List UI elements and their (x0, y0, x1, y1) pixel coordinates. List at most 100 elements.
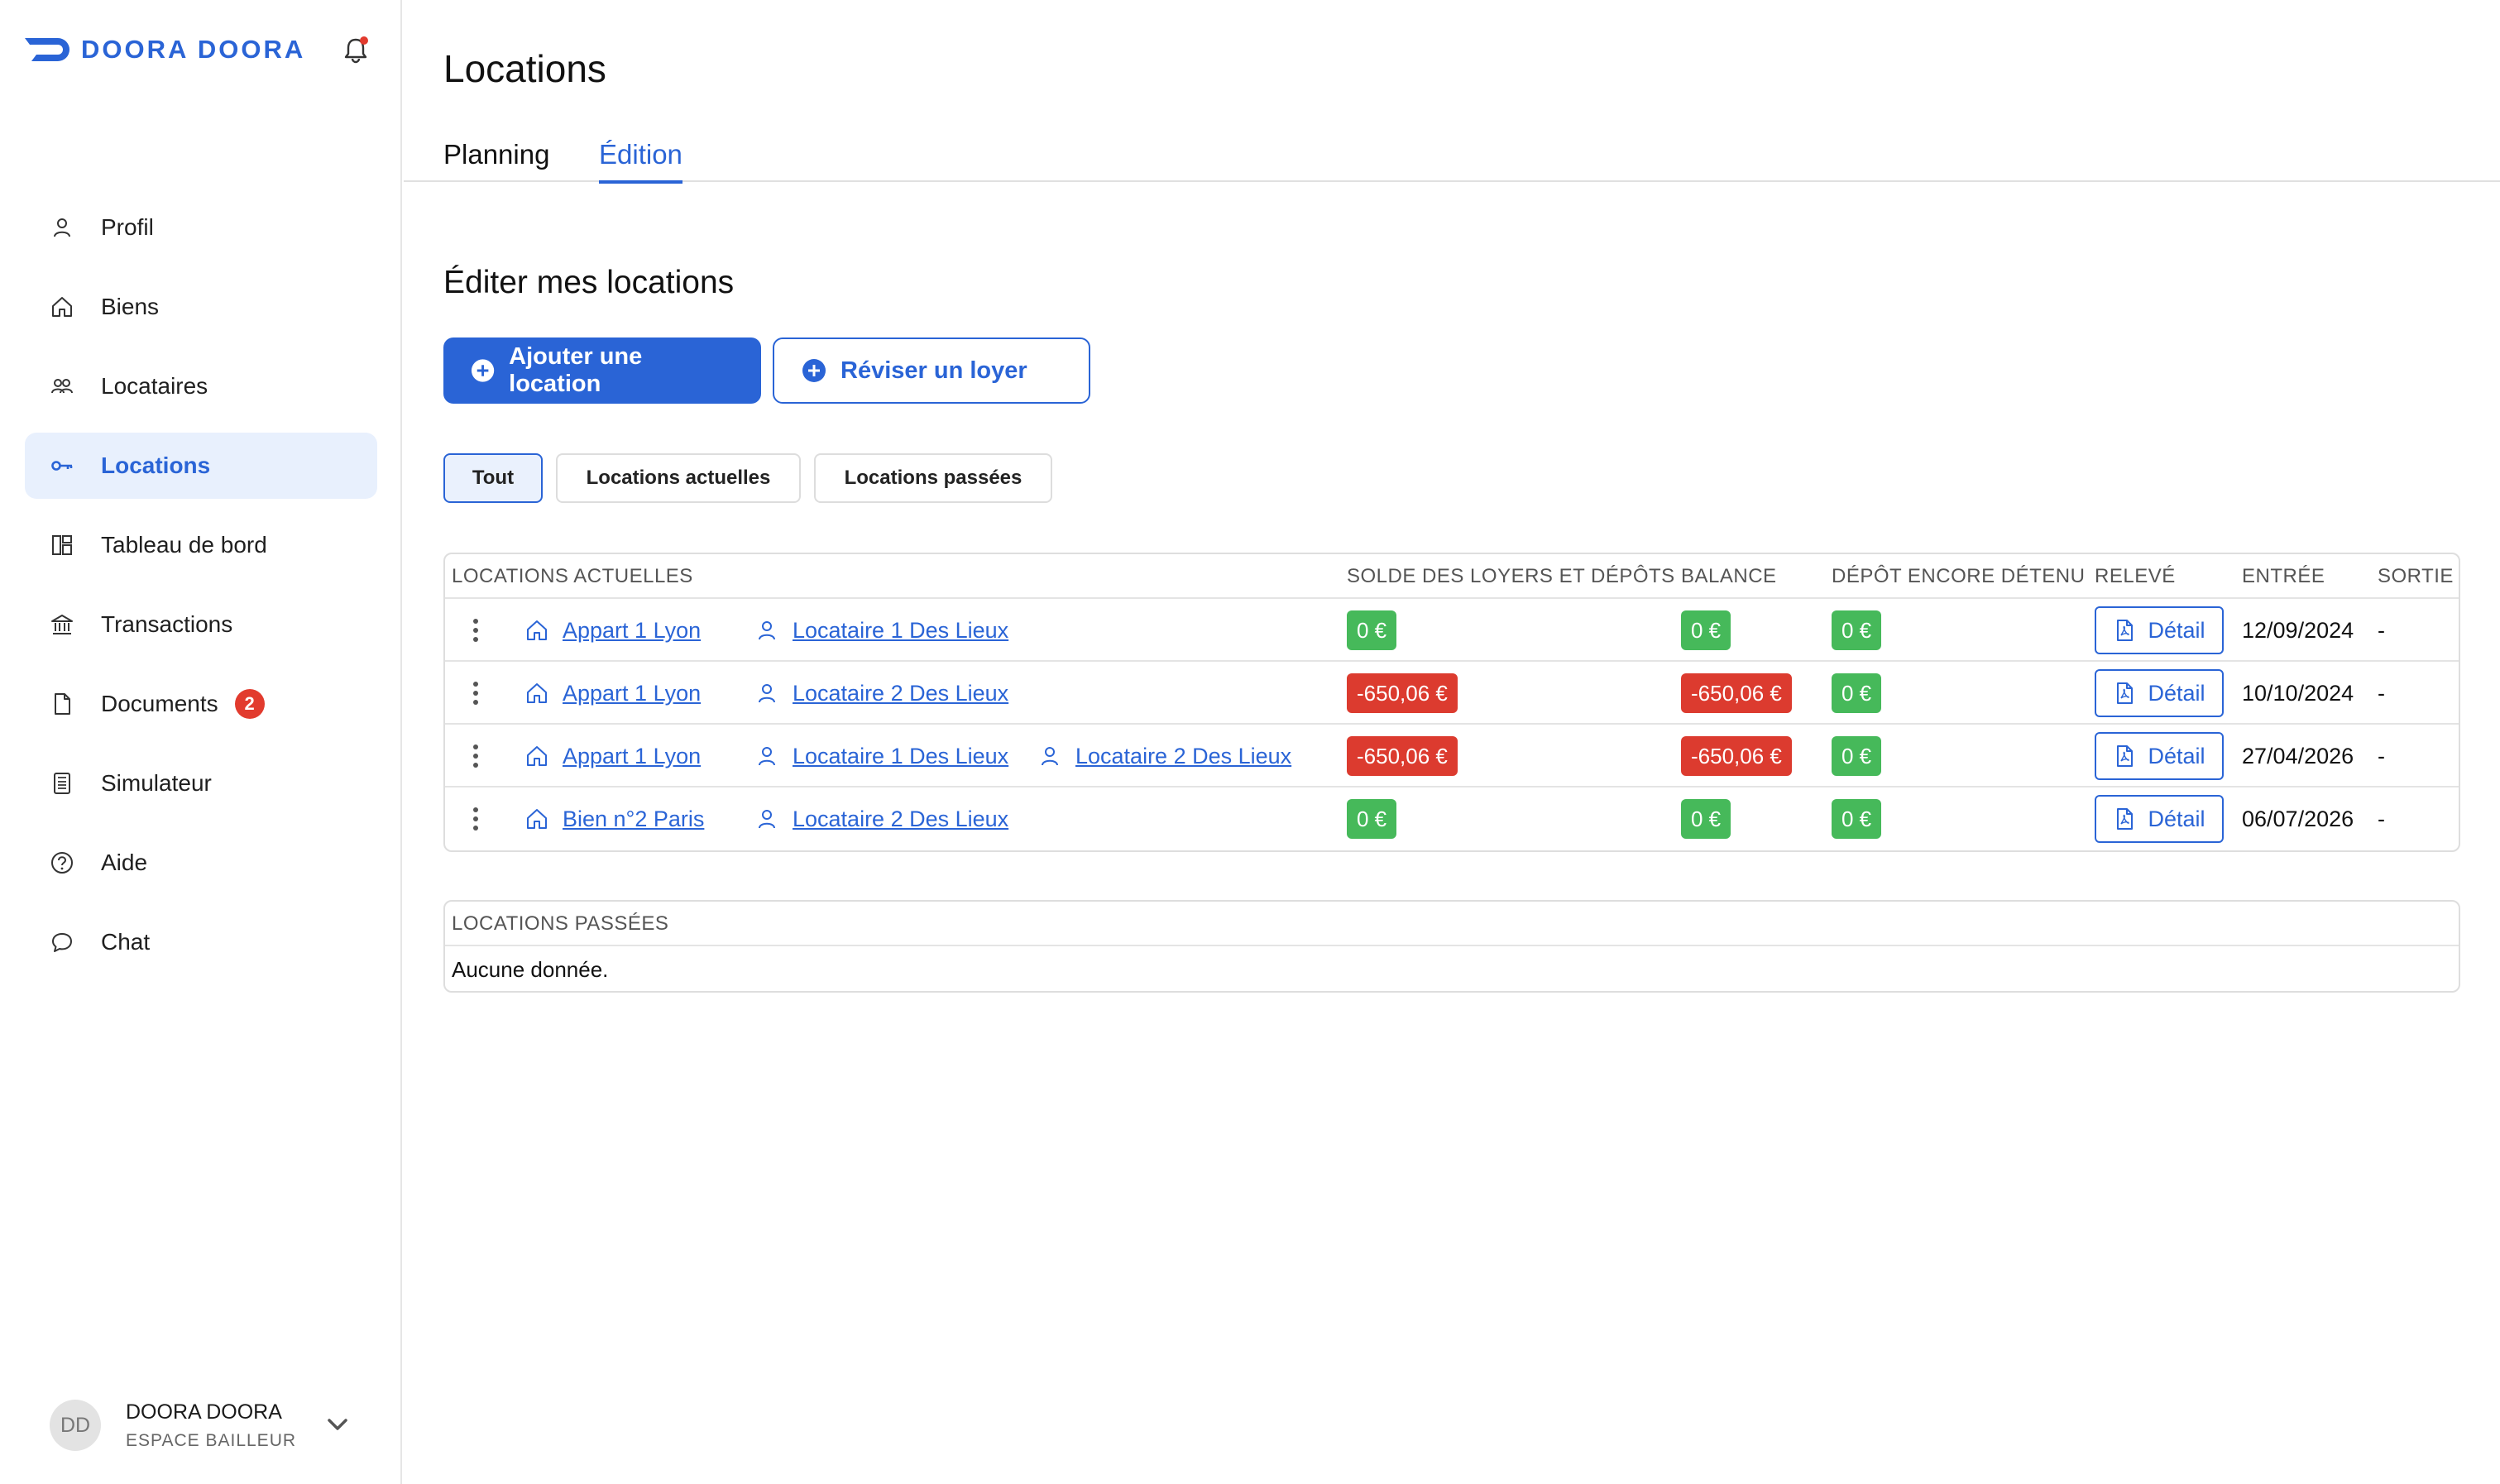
col-header-solde: SOLDE DES LOYERS ET DÉPÔTS (1347, 565, 1675, 587)
table-row: Appart 1 Lyon Locataire 1 Des Lieux 0 € … (445, 599, 2459, 662)
exit-date: - (2378, 743, 2385, 768)
page-title: Locations (443, 47, 606, 90)
detail-label: Détail (2148, 617, 2205, 643)
filter-tout[interactable]: Tout (443, 453, 543, 503)
balance-badge: 0 € (1681, 610, 1731, 650)
table-header: LOCATIONS ACTUELLES SOLDE DES LOYERS ET … (445, 554, 2459, 599)
table-header: LOCATIONS PASSÉES (445, 902, 2459, 946)
user-icon (1042, 747, 1058, 766)
property-link[interactable]: Bien n°2 Paris (563, 807, 704, 832)
avatar: DD (50, 1400, 101, 1451)
kebab-menu-icon (472, 682, 480, 705)
detail-label: Détail (2148, 806, 2205, 831)
home-icon (527, 809, 547, 829)
kebab-menu-icon (472, 807, 480, 831)
tenant-link[interactable]: Locataire 1 Des Lieux (793, 618, 1008, 644)
sidebar-item-biens[interactable]: Biens (25, 274, 377, 340)
row-actions-menu[interactable] (472, 662, 480, 725)
sidebar-item-tableau-de-bord[interactable]: Tableau de bord (25, 512, 377, 578)
col-header-sortie: SORTIE (2378, 565, 2454, 587)
solde-badge: 0 € (1347, 799, 1397, 839)
kebab-menu-icon (472, 619, 480, 642)
row-actions-menu[interactable] (472, 787, 480, 850)
exit-date: - (2378, 617, 2385, 643)
detail-label: Détail (2148, 743, 2205, 768)
detail-button[interactable]: Détail (2095, 795, 2224, 843)
sidebar-item-aide[interactable]: Aide (25, 830, 377, 896)
user-icon (759, 810, 775, 829)
detail-button[interactable]: Détail (2095, 606, 2224, 654)
sidebar-item-documents[interactable]: Documents 2 (25, 671, 377, 737)
brand-name: DOORA DOORA (81, 35, 306, 64)
entry-date: 10/10/2024 (2242, 680, 2354, 706)
plus-circle-icon (802, 359, 826, 382)
table-row: Appart 1 Lyon Locataire 1 Des Lieux Loca… (445, 725, 2459, 787)
help-icon (48, 849, 76, 877)
tab-planning[interactable]: Planning (443, 139, 549, 180)
pdf-icon (2117, 620, 2134, 641)
user-icon (48, 213, 76, 242)
chat-icon (48, 928, 76, 956)
empty-state: Aucune donnée. (445, 946, 2459, 991)
revise-rent-button[interactable]: Réviser un loyer (773, 337, 1090, 404)
table-row: Appart 1 Lyon Locataire 2 Des Lieux -650… (445, 662, 2459, 725)
sidebar-item-chat[interactable]: Chat (25, 909, 377, 975)
sidebar-item-label: Biens (101, 294, 160, 319)
tab-edition[interactable]: Édition (599, 139, 682, 184)
col-header-balance: BALANCE (1681, 565, 1777, 587)
property-link[interactable]: Appart 1 Lyon (563, 681, 701, 706)
entry-date: 27/04/2026 (2242, 743, 2354, 768)
filter-locations-passees[interactable]: Locations passées (814, 453, 1052, 503)
tenant-cell: Locataire 1 Des Lieux (754, 599, 1008, 662)
sidebar-item-locataires[interactable]: Locataires (25, 353, 377, 419)
filter-locations-actuelles[interactable]: Locations actuelles (556, 453, 801, 503)
kebab-menu-icon (472, 744, 480, 768)
current-locations-table: LOCATIONS ACTUELLES SOLDE DES LOYERS ET … (443, 553, 2460, 852)
col-header-locations: LOCATIONS ACTUELLES (452, 565, 693, 587)
col-header-depot: DÉPÔT ENCORE DÉTENU (1832, 565, 2086, 587)
user-menu[interactable]: DD DOORA DOORA ESPACE BAILLEUR (50, 1398, 364, 1453)
sidebar-item-locations[interactable]: Locations (25, 433, 377, 499)
sidebar-item-label: Locataires (101, 373, 208, 399)
col-header-entree: ENTRÉE (2242, 565, 2325, 587)
solde-badge: 0 € (1347, 610, 1397, 650)
row-actions-menu[interactable] (472, 599, 480, 662)
property-cell: Appart 1 Lyon (524, 599, 701, 662)
plus-circle-icon (471, 359, 495, 382)
detail-button[interactable]: Détail (2095, 732, 2224, 780)
property-link[interactable]: Appart 1 Lyon (563, 744, 701, 769)
exit-date: - (2378, 806, 2385, 831)
row-actions-menu[interactable] (472, 725, 480, 787)
sidebar-item-profil[interactable]: Profil (25, 194, 377, 261)
sidebar-item-label: Documents (101, 691, 218, 716)
sidebar-item-transactions[interactable]: Transactions (25, 591, 377, 658)
user-role: ESPACE BAILLEUR (126, 1430, 297, 1450)
detail-button[interactable]: Détail (2095, 669, 2224, 717)
brand-logo[interactable]: DOORA DOORA (25, 33, 305, 66)
add-location-label: Ajouter une location (509, 343, 643, 397)
sidebar-item-simulateur[interactable]: Simulateur (25, 750, 377, 816)
tenant-link[interactable]: Locataire 2 Des Lieux (1075, 744, 1291, 769)
key-icon (48, 452, 76, 480)
tenant-link[interactable]: Locataire 2 Des Lieux (793, 807, 1008, 832)
sidebar-item-label: Aide (101, 850, 148, 875)
col-header-releve: RELEVÉ (2095, 565, 2176, 587)
tenant-link[interactable]: Locataire 1 Des Lieux (793, 744, 1008, 769)
sidebar-item-label: Simulateur (101, 770, 212, 796)
depot-badge: 0 € (1832, 736, 1882, 776)
solde-badge: -650,06 € (1347, 736, 1458, 776)
sidebar-nav: Profil Biens Locataires Locations Tablea… (25, 194, 377, 989)
add-location-button[interactable]: Ajouter une location (443, 337, 761, 404)
tenant-link[interactable]: Locataire 2 Des Lieux (793, 681, 1008, 706)
notifications-button[interactable] (339, 33, 372, 66)
depot-badge: 0 € (1832, 799, 1882, 839)
user-icon (759, 684, 775, 703)
sidebar-item-label: Locations (101, 452, 211, 478)
pdf-icon (2117, 745, 2134, 767)
property-link[interactable]: Appart 1 Lyon (563, 618, 701, 644)
empty-state-text: Aucune donnée. (452, 957, 609, 982)
past-locations-table: LOCATIONS PASSÉES Aucune donnée. (443, 900, 2460, 993)
document-icon (48, 690, 76, 718)
revise-rent-label: Réviser un loyer (841, 357, 1027, 384)
chevron-down-icon[interactable] (323, 1410, 352, 1439)
